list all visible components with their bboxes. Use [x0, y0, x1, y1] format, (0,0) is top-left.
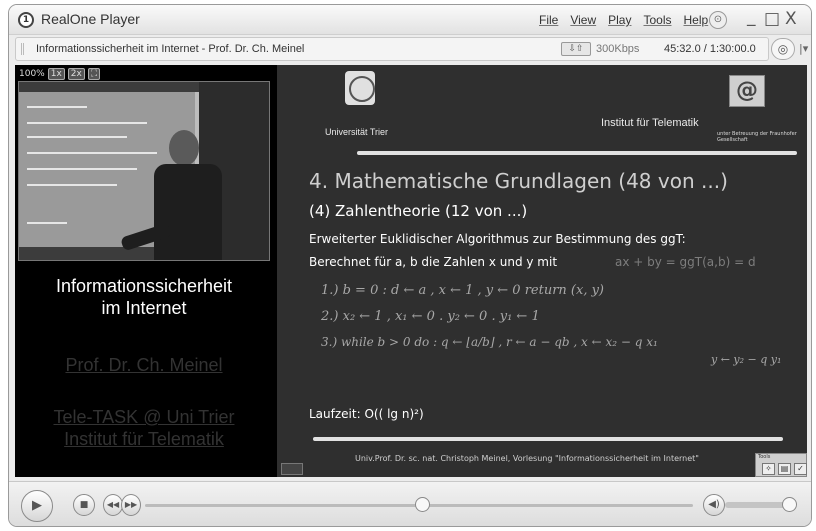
university-name: Universität Trier: [325, 127, 389, 137]
restore-button[interactable]: □: [764, 9, 780, 29]
player-window: 1 RealOne Player File View Play Tools He…: [8, 4, 812, 527]
at-logo-icon: @: [729, 75, 765, 107]
institute-link[interactable]: Tele-TASK @ Uni Trier Institut für Telem…: [15, 406, 273, 450]
playback-controls: ▶ ■ ◀◀ ▶▶ ◀): [9, 481, 811, 526]
close-button[interactable]: X: [785, 9, 797, 29]
logo-caption: unter Betreuung der Fraunhofer Gesellsch…: [717, 131, 797, 143]
seek-handle[interactable]: [415, 497, 431, 512]
menu-play[interactable]: Play: [608, 13, 631, 27]
bandwidth-icon: ⇩⇧: [561, 42, 591, 56]
next-slide-button[interactable]: ✓: [794, 463, 807, 475]
title-bar[interactable]: 1 RealOne Player File View Play Tools He…: [9, 5, 811, 35]
lecture-slide: Universität Trier Institut für Telematik…: [277, 65, 807, 477]
slide-heading: 4. Mathematische Grundlagen (48 von ...): [309, 169, 728, 193]
zoom-2x-button[interactable]: 2x: [67, 68, 85, 80]
grip-icon: [21, 43, 31, 55]
previous-slide-button[interactable]: ✧: [762, 463, 775, 475]
menu-bar: File View Play Tools Help: [539, 13, 708, 27]
university-seal-icon: [345, 71, 375, 105]
divider: [357, 151, 797, 155]
tools-label: Tools: [758, 454, 771, 460]
clip-info-bar: Informationssicherheit im Internet - Pro…: [15, 37, 769, 61]
play-button[interactable]: ▶: [21, 490, 53, 522]
previous-button[interactable]: ◀◀: [103, 494, 123, 516]
institute-name: Institut für Telematik: [601, 117, 699, 129]
annotation-line-4: y ← y₂ − q y₁: [711, 353, 782, 366]
menu-tools[interactable]: Tools: [643, 13, 671, 27]
slide-control-button[interactable]: [281, 463, 303, 475]
slide-text-line-2: Berechnet für a, b die Zahlen x und y mi…: [309, 255, 558, 269]
bitrate-readout: 300Kbps: [596, 43, 640, 55]
timecode-readout: 45:32.0 / 1:30:00.0: [664, 43, 756, 55]
volume-handle[interactable]: [782, 497, 797, 512]
now-playing-button[interactable]: ◎: [771, 38, 795, 60]
left-panel: 100% 1x 2x ⛶ Informationssicherheit im I…: [15, 65, 273, 477]
slide-text-line-1: Erweiterter Euklidischer Algorithmus zur…: [309, 232, 686, 246]
course-title: Informationssicherheit im Internet: [55, 276, 233, 318]
divider: [313, 437, 783, 441]
realone-logo-icon: 1: [18, 12, 34, 28]
fullscreen-icon[interactable]: ⛶: [87, 68, 101, 80]
zoom-1x-button[interactable]: 1x: [47, 68, 65, 80]
runtime-text: Laufzeit: O(( lg n)²): [309, 407, 424, 421]
menu-help[interactable]: Help: [684, 13, 709, 27]
slide-formula: ax + by = ggT(a,b) = d: [615, 255, 756, 269]
app-title: RealOne Player: [41, 11, 140, 27]
mini-mode-button[interactable]: ⊙: [709, 11, 727, 29]
lecturer-figure: [120, 130, 229, 260]
menu-file[interactable]: File: [539, 13, 558, 27]
tool-button[interactable]: ▤: [778, 463, 791, 475]
professor-link[interactable]: Prof. Dr. Ch. Meinel: [15, 355, 273, 376]
video-zoom-bar: 100% 1x 2x ⛶: [19, 68, 101, 80]
slide-footer: Univ.Prof. Dr. sc. nat. Christoph Meinel…: [355, 454, 699, 463]
volume-icon[interactable]: ◀): [703, 494, 725, 516]
media-display: 100% 1x 2x ⛶ Informationssicherheit im I…: [15, 65, 807, 477]
chevron-down-icon[interactable]: |▾: [799, 42, 808, 55]
slide-tools-panel: Tools ✧ ▤ ✓: [755, 453, 807, 477]
runtime-label: Laufzeit:: [309, 407, 361, 421]
annotation-line-2: 2.) x₂ ← 1 , x₁ ← 0 . y₂ ← 0 . y₁ ← 1: [321, 309, 540, 324]
stop-button[interactable]: ■: [73, 494, 95, 516]
course-info: Informationssicherheit im Internet Prof.…: [15, 275, 273, 450]
next-button[interactable]: ▶▶: [121, 494, 141, 516]
runtime-value: O(( lg n)²): [364, 407, 424, 421]
annotation-line-1: 1.) b = 0 : d ← a , x ← 1 , y ← 0 return…: [321, 283, 604, 298]
menu-view[interactable]: View: [570, 13, 596, 27]
clip-title: Informationssicherheit im Internet - Pro…: [36, 43, 305, 55]
lecturer-video[interactable]: [18, 81, 270, 261]
minimize-button[interactable]: _: [747, 7, 756, 27]
zoom-level: 100%: [19, 69, 45, 79]
slide-subheading: (4) Zahlentheorie (12 von ...): [309, 202, 528, 220]
annotation-line-3: 3.) while b > 0 do : q ← ⌊a/b⌋ , r ← a −…: [321, 335, 658, 349]
